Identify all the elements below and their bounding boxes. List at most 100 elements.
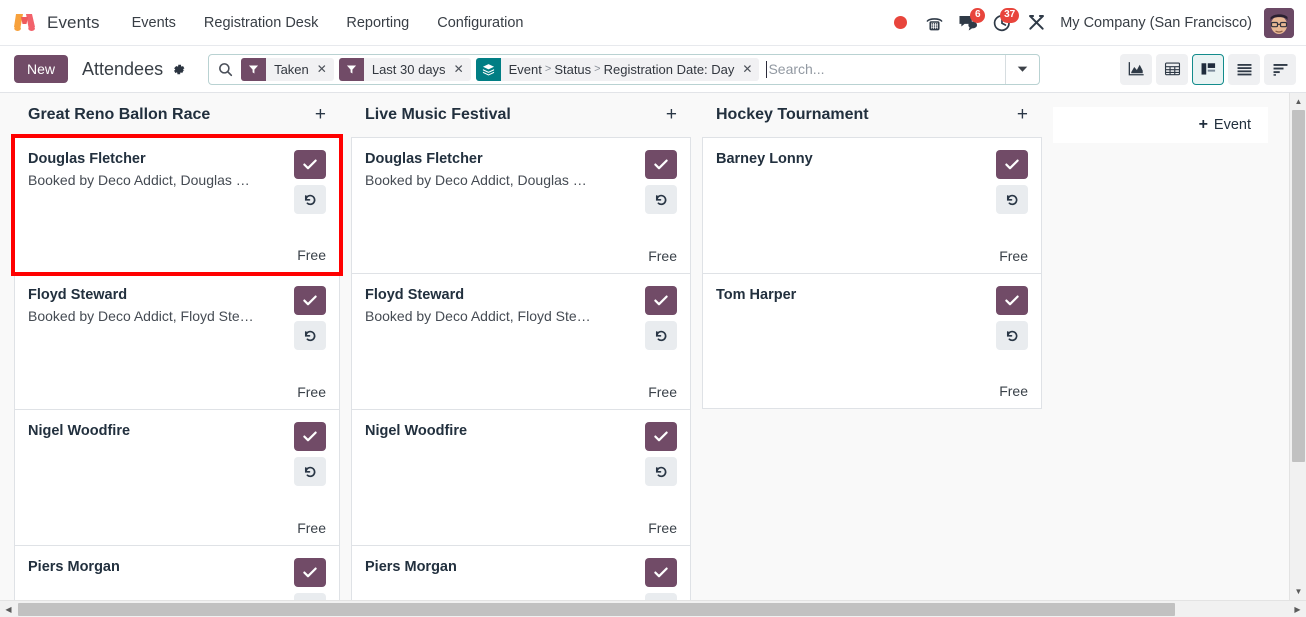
facet-separator: > <box>544 63 552 75</box>
vertical-scroll-thumb[interactable] <box>1292 110 1305 462</box>
check-icon-button[interactable] <box>996 286 1028 315</box>
kanban-card[interactable]: Nigel Woodfire Free <box>351 409 691 545</box>
check-icon-button[interactable] <box>294 286 326 315</box>
kanban-column-header[interactable]: Hockey Tournament + <box>702 93 1042 136</box>
kanban-card[interactable]: Piers Morgan <box>351 545 691 600</box>
menu-item-events[interactable]: Events <box>118 9 190 37</box>
attendee-name: Nigel Woodfire <box>365 423 468 439</box>
scroll-right-icon[interactable]: ▶ <box>1289 601 1306 617</box>
check-icon <box>1005 295 1019 306</box>
company-switcher[interactable]: My Company (San Francisco) <box>1054 15 1262 31</box>
scroll-up-icon[interactable]: ▲ <box>1290 93 1306 110</box>
scroll-down-icon[interactable]: ▼ <box>1290 583 1306 600</box>
pivot-table-icon <box>1164 62 1180 76</box>
scroll-left-icon[interactable]: ◀ <box>0 601 17 617</box>
kanban-groups: Great Reno Ballon Race + Douglas Fletche… <box>0 93 1289 600</box>
undo-icon-button[interactable] <box>645 593 677 600</box>
wrench-tools-icon[interactable] <box>1020 7 1052 39</box>
check-icon-button[interactable] <box>645 558 677 587</box>
main-menu: Events Registration Desk Reporting Confi… <box>118 9 538 37</box>
kanban-card[interactable]: Nigel Woodfire Free <box>14 409 340 545</box>
graph-chart-icon <box>1128 62 1144 76</box>
view-button-list[interactable] <box>1228 53 1260 85</box>
search-placeholder: Search... <box>768 61 825 77</box>
close-icon[interactable]: ✕ <box>315 58 334 81</box>
facet-taken[interactable]: Taken ✕ <box>241 57 334 81</box>
attendee-subtitle: Booked by Deco Addict, Floyd Ste… <box>365 308 591 325</box>
view-button-kanban[interactable] <box>1192 53 1224 85</box>
facet-last-30-days[interactable]: Last 30 days ✕ <box>338 57 471 81</box>
attendee-name: Floyd Steward <box>365 287 465 303</box>
kanban-column-hockey-tournament: Hockey Tournament + Barney Lonny Free To… <box>702 93 1053 409</box>
app-brand[interactable]: Events <box>12 11 100 35</box>
check-icon-button[interactable] <box>645 422 677 451</box>
text-caret <box>766 60 768 78</box>
record-dot-icon[interactable] <box>884 7 916 39</box>
search-input[interactable]: Search... <box>759 55 1005 84</box>
close-icon[interactable]: ✕ <box>740 58 759 81</box>
check-icon-button[interactable] <box>645 286 677 315</box>
horizontal-scroll-thumb[interactable] <box>18 603 1175 616</box>
kanban-column-header[interactable]: Live Music Festival + <box>351 93 691 136</box>
messages-menu-button[interactable]: 6 <box>952 7 986 39</box>
kanban-card[interactable]: Piers Morgan <box>14 545 340 600</box>
kanban-card[interactable]: Douglas Fletcher Booked by Deco Addict, … <box>351 137 691 273</box>
close-icon[interactable]: ✕ <box>452 58 471 81</box>
undo-icon-button[interactable] <box>645 321 677 350</box>
filter-icon <box>241 57 267 81</box>
menu-item-configuration[interactable]: Configuration <box>423 9 537 37</box>
undo-icon-button[interactable] <box>294 321 326 350</box>
menu-item-reporting[interactable]: Reporting <box>332 9 423 37</box>
check-icon <box>303 431 317 442</box>
ticket-price: Free <box>648 384 677 400</box>
facet-groupby[interactable]: Event > Status > Registration Date: Day … <box>475 57 760 81</box>
view-button-graph[interactable] <box>1120 53 1152 85</box>
ticket-price: Free <box>297 520 326 536</box>
layers-icon <box>475 57 501 81</box>
undo-icon-button[interactable] <box>294 593 326 600</box>
plus-icon[interactable]: + <box>1017 105 1028 124</box>
plus-icon[interactable]: + <box>666 105 677 124</box>
chevron-down-icon[interactable] <box>1005 54 1039 84</box>
check-icon-button[interactable] <box>294 422 326 451</box>
undo-icon-button[interactable] <box>294 457 326 486</box>
check-icon-button[interactable] <box>294 558 326 587</box>
undo-icon <box>655 194 667 205</box>
add-column-button[interactable]: + Event <box>1053 107 1268 143</box>
undo-icon-button[interactable] <box>645 185 677 214</box>
plus-icon[interactable]: + <box>315 105 326 124</box>
user-avatar[interactable] <box>1264 7 1294 38</box>
attendee-name: Douglas Fletcher <box>365 151 483 167</box>
check-icon-button[interactable] <box>645 150 677 179</box>
activities-menu-button[interactable]: 37 <box>986 7 1020 39</box>
undo-icon <box>304 194 316 205</box>
kanban-card[interactable]: Floyd Steward Booked by Deco Addict, Flo… <box>351 273 691 409</box>
app-brand-name: Events <box>47 12 100 32</box>
kanban-card[interactable]: Tom Harper Free <box>702 273 1042 409</box>
view-button-gantt[interactable] <box>1264 53 1296 85</box>
menu-item-registration-desk[interactable]: Registration Desk <box>190 9 332 37</box>
kanban-column-header[interactable]: Great Reno Ballon Race + <box>14 93 340 136</box>
undo-icon-button[interactable] <box>294 185 326 214</box>
check-icon-button[interactable] <box>294 150 326 179</box>
view-button-pivot[interactable] <box>1156 53 1188 85</box>
undo-icon-button[interactable] <box>645 457 677 486</box>
gear-icon[interactable] <box>171 62 186 77</box>
phone-dialpad-icon[interactable] <box>918 7 950 39</box>
activities-badge: 37 <box>1000 7 1020 23</box>
undo-icon-button[interactable] <box>996 321 1028 350</box>
horizontal-scrollbar[interactable]: ◀ ▶ <box>0 600 1306 617</box>
kanban-column-title: Hockey Tournament <box>716 105 869 123</box>
kanban-column-title: Live Music Festival <box>365 105 511 123</box>
ticket-price: Free <box>999 383 1028 399</box>
kanban-card[interactable]: Barney Lonny Free <box>702 137 1042 273</box>
check-icon <box>654 295 668 306</box>
undo-icon-button[interactable] <box>996 185 1028 214</box>
card-actions <box>294 422 326 486</box>
card-actions <box>645 422 677 486</box>
vertical-scrollbar[interactable]: ▲ ▼ <box>1289 93 1306 600</box>
check-icon-button[interactable] <box>996 150 1028 179</box>
new-button[interactable]: New <box>14 55 69 83</box>
kanban-card[interactable]: Floyd Steward Booked by Deco Addict, Flo… <box>14 273 340 409</box>
kanban-card[interactable]: Douglas Fletcher Booked by Deco Addict, … <box>11 134 343 276</box>
